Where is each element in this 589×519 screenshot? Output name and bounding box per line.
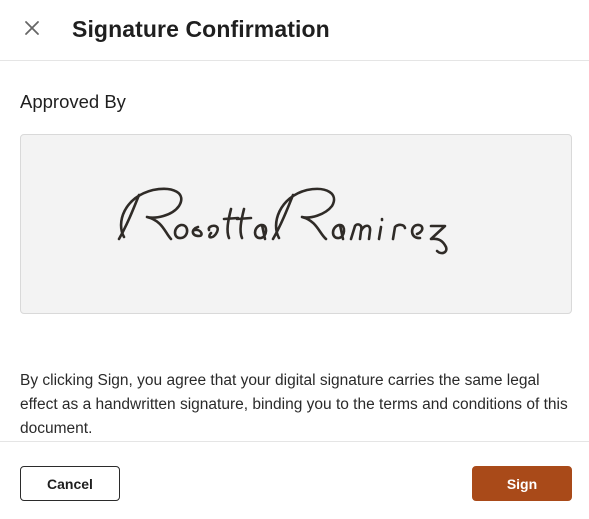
close-icon [24, 20, 40, 36]
signature-image [117, 187, 448, 255]
legal-disclaimer: By clicking Sign, you agree that your di… [20, 372, 568, 437]
dialog-header: Signature Confirmation [0, 0, 589, 61]
approved-by-label: Approved By [20, 91, 126, 112]
signature-box [20, 134, 572, 314]
close-button[interactable] [18, 14, 46, 42]
dialog-title: Signature Confirmation [72, 16, 330, 42]
dialog-footer: Cancel Sign [0, 441, 589, 519]
sign-button[interactable]: Sign [472, 466, 572, 501]
cancel-button[interactable]: Cancel [20, 466, 120, 501]
